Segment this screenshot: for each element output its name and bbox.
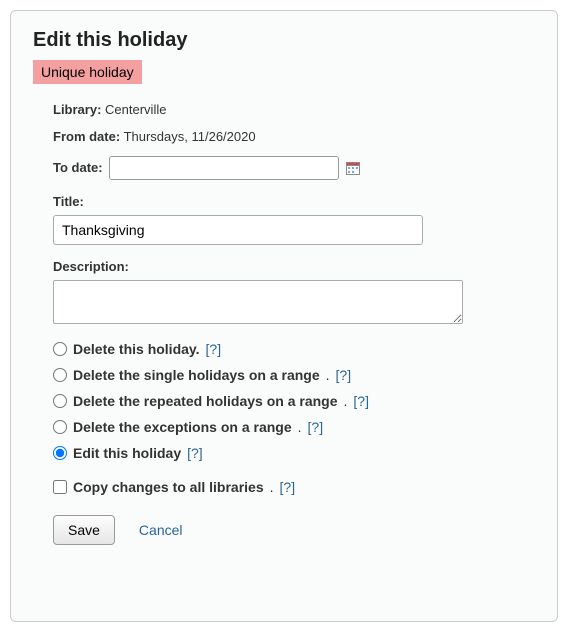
library-row: Library: Centerville [53, 100, 535, 121]
option-delete-repeated-range: Delete the repeated holidays on a range.… [53, 393, 535, 409]
option-delete-exceptions-range: Delete the exceptions on a range. [?] [53, 419, 535, 435]
library-value: Centerville [105, 102, 166, 117]
option-delete-repeated-range-radio[interactable] [53, 394, 67, 408]
calendar-icon[interactable] [345, 160, 361, 176]
dot: . [270, 479, 274, 495]
dot: . [326, 367, 330, 383]
title-label: Title: [53, 194, 535, 209]
dot: . [344, 393, 348, 409]
option-delete-holiday-radio[interactable] [53, 342, 67, 356]
option-edit-holiday-label[interactable]: Edit this holiday [73, 445, 181, 461]
to-date-row: To date: [53, 156, 535, 180]
option-delete-exceptions-range-label[interactable]: Delete the exceptions on a range [73, 419, 292, 435]
option-delete-single-range: Delete the single holidays on a range. [… [53, 367, 535, 383]
option-delete-exceptions-range-help[interactable]: [?] [308, 419, 324, 435]
option-delete-single-range-label[interactable]: Delete the single holidays on a range [73, 367, 320, 383]
edit-holiday-panel: Edit this holiday Unique holiday Library… [10, 10, 558, 622]
to-date-label: To date: [53, 160, 103, 175]
save-button[interactable]: Save [53, 515, 115, 545]
description-input[interactable] [53, 280, 463, 324]
actions-row: Save Cancel [53, 515, 535, 545]
page-title: Edit this holiday [33, 29, 535, 52]
from-date-label: From date: [53, 129, 120, 144]
from-date-row: From date: Thursdays, 11/26/2020 [53, 127, 535, 148]
holiday-type-badge: Unique holiday [33, 60, 142, 84]
to-date-input[interactable] [109, 156, 339, 180]
option-edit-holiday: Edit this holiday [?] [53, 445, 535, 461]
description-label: Description: [53, 259, 535, 274]
option-edit-holiday-help[interactable]: [?] [187, 445, 203, 461]
copy-all-help[interactable]: [?] [280, 479, 296, 495]
description-block: Description: [53, 259, 535, 327]
option-delete-single-range-help[interactable]: [?] [336, 367, 352, 383]
copy-all-row: Copy changes to all libraries. [?] [53, 479, 535, 495]
option-delete-exceptions-range-radio[interactable] [53, 420, 67, 434]
option-delete-holiday: Delete this holiday. [?] [53, 341, 535, 357]
option-delete-single-range-radio[interactable] [53, 368, 67, 382]
from-date-value: Thursdays, 11/26/2020 [124, 129, 256, 144]
copy-all-label[interactable]: Copy changes to all libraries [73, 479, 264, 495]
option-delete-repeated-range-help[interactable]: [?] [353, 393, 369, 409]
option-delete-repeated-range-label[interactable]: Delete the repeated holidays on a range [73, 393, 338, 409]
option-delete-holiday-label[interactable]: Delete this holiday. [73, 341, 200, 357]
copy-all-checkbox[interactable] [53, 480, 67, 494]
option-edit-holiday-radio[interactable] [53, 446, 67, 460]
dot: . [298, 419, 302, 435]
title-block: Title: [53, 194, 535, 245]
title-input[interactable] [53, 215, 423, 245]
cancel-link[interactable]: Cancel [139, 522, 183, 538]
option-delete-holiday-help[interactable]: [?] [206, 341, 222, 357]
library-label: Library: [53, 102, 101, 117]
